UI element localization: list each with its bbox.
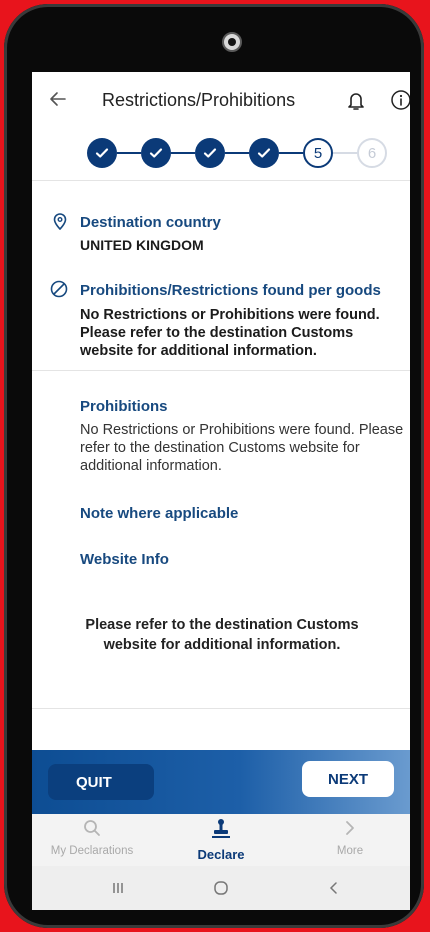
website-info-label: Website Info bbox=[80, 551, 169, 568]
step-connector bbox=[279, 152, 303, 154]
home-icon[interactable] bbox=[209, 876, 233, 900]
back-arrow-icon[interactable] bbox=[48, 87, 68, 111]
check-icon bbox=[149, 148, 163, 158]
step-4-done bbox=[249, 138, 279, 168]
bottom-nav: My Declarations Declare More bbox=[32, 814, 410, 866]
quit-button[interactable]: QUIT bbox=[48, 764, 154, 800]
step-connector bbox=[117, 152, 141, 154]
destination-label: Destination country bbox=[80, 214, 221, 231]
step-connector bbox=[225, 152, 249, 154]
chevron-right-icon bbox=[346, 821, 354, 835]
prohibitions-label: Prohibitions bbox=[80, 398, 168, 415]
nav-label: Declare bbox=[197, 847, 245, 862]
page-title: Restrictions/Prohibitions bbox=[102, 90, 296, 110]
divider bbox=[32, 370, 410, 371]
step-1-done bbox=[87, 138, 117, 168]
search-icon bbox=[84, 820, 100, 836]
divider bbox=[32, 708, 410, 709]
footer-note: Please refer to the destination Customs … bbox=[85, 617, 359, 653]
note-label: Note where applicable bbox=[80, 505, 239, 522]
step-2-done bbox=[141, 138, 171, 168]
found-label: Prohibitions/Restrictions found per good… bbox=[80, 282, 381, 299]
phone-frame: Restrictions/Prohibitions 5 6 Destinatio… bbox=[4, 4, 424, 928]
top-bar: Restrictions/Prohibitions bbox=[32, 72, 410, 132]
next-button[interactable]: NEXT bbox=[302, 761, 394, 797]
nav-label: More bbox=[336, 845, 364, 857]
check-icon bbox=[257, 148, 271, 158]
front-camera bbox=[222, 32, 242, 52]
step-connector bbox=[171, 152, 195, 154]
nav-declare[interactable]: Declare bbox=[161, 818, 281, 862]
step-3-done bbox=[195, 138, 225, 168]
recent-apps-icon[interactable] bbox=[106, 876, 130, 900]
system-nav-bar bbox=[32, 866, 410, 910]
progress-stepper: 5 6 bbox=[87, 134, 387, 174]
stamp-icon bbox=[212, 819, 230, 838]
info-icon[interactable] bbox=[390, 89, 410, 111]
action-bar: QUIT NEXT bbox=[32, 750, 410, 814]
divider bbox=[32, 180, 410, 181]
bell-icon[interactable] bbox=[346, 90, 366, 112]
found-text: No Restrictions or Prohibitions were fou… bbox=[80, 307, 380, 359]
destination-value: UNITED KINGDOM bbox=[80, 237, 204, 253]
prohibited-icon bbox=[50, 280, 68, 298]
location-pin-icon bbox=[52, 212, 68, 231]
app-screen: Restrictions/Prohibitions 5 6 Destinatio… bbox=[32, 72, 410, 910]
step-connector bbox=[333, 152, 357, 154]
step-5-active: 5 bbox=[303, 138, 333, 168]
back-nav-icon[interactable] bbox=[322, 876, 346, 900]
nav-label: My Declarations bbox=[50, 845, 134, 857]
check-icon bbox=[95, 148, 109, 158]
nav-my-declarations[interactable]: My Declarations bbox=[32, 818, 152, 857]
prohibitions-text: No Restrictions or Prohibitions were fou… bbox=[80, 422, 404, 474]
step-6-future: 6 bbox=[357, 138, 387, 168]
check-icon bbox=[203, 148, 217, 158]
nav-more[interactable]: More bbox=[290, 818, 410, 857]
